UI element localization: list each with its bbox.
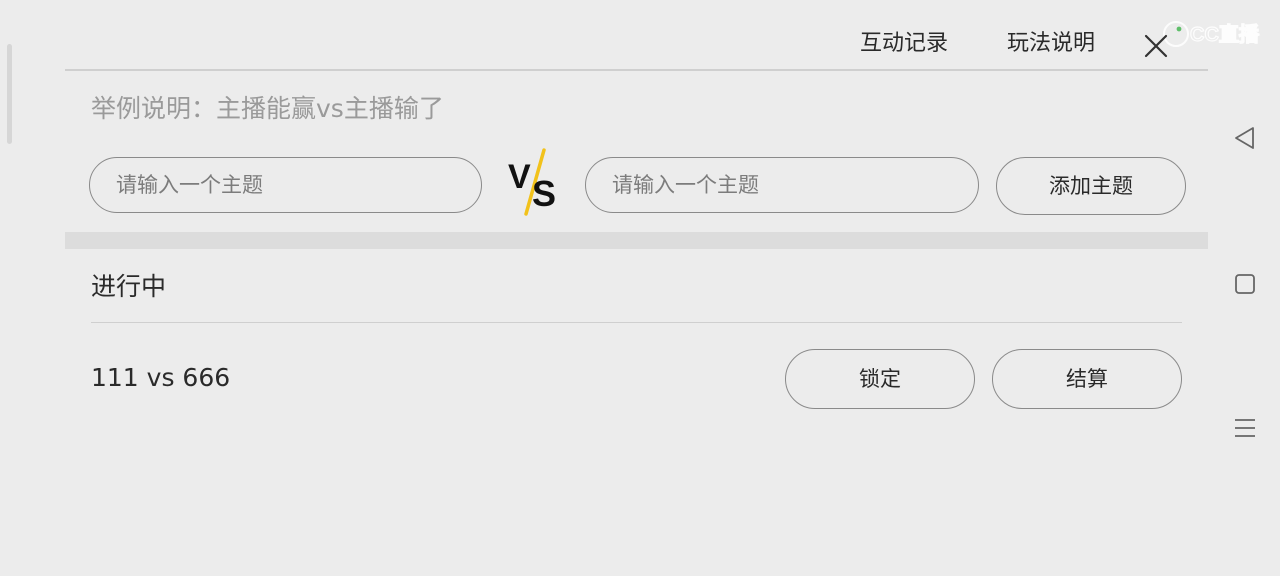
- settle-button[interactable]: 结算: [992, 349, 1182, 409]
- left-topic-input[interactable]: [89, 157, 482, 213]
- add-topic-button[interactable]: 添加主题: [996, 157, 1186, 215]
- home-square-icon[interactable]: [1230, 269, 1260, 299]
- game-rules-link[interactable]: 玩法说明: [1007, 28, 1095, 60]
- header-divider: [65, 69, 1208, 71]
- back-triangle-icon[interactable]: [1230, 123, 1260, 153]
- right-topic-input[interactable]: [585, 157, 979, 213]
- vs-badge-icon: V S: [508, 148, 556, 216]
- menu-lines-icon[interactable]: [1230, 413, 1260, 443]
- cc-live-watermark-logo: CC直播: [1163, 21, 1260, 47]
- in-progress-heading: 进行中: [91, 272, 167, 301]
- svg-text:V: V: [508, 158, 531, 196]
- section-divider: [91, 322, 1182, 323]
- match-name: 111 vs 666: [91, 363, 231, 392]
- scroll-indicator[interactable]: [7, 44, 12, 144]
- lock-button[interactable]: 锁定: [785, 349, 975, 409]
- svg-text:CC直播: CC直播: [1190, 22, 1260, 46]
- close-icon[interactable]: [1142, 32, 1170, 60]
- interaction-records-link[interactable]: 互动记录: [860, 28, 948, 60]
- section-separator-band: [65, 232, 1208, 249]
- example-hint-text: 举例说明：主播能赢vs主播输了: [91, 94, 444, 123]
- interactive-game-panel: CC直播 互动记录 玩法说明 举例说明：主播能赢vs主播输了 V S 添加主题 …: [0, 0, 1280, 576]
- svg-text:S: S: [532, 173, 556, 214]
